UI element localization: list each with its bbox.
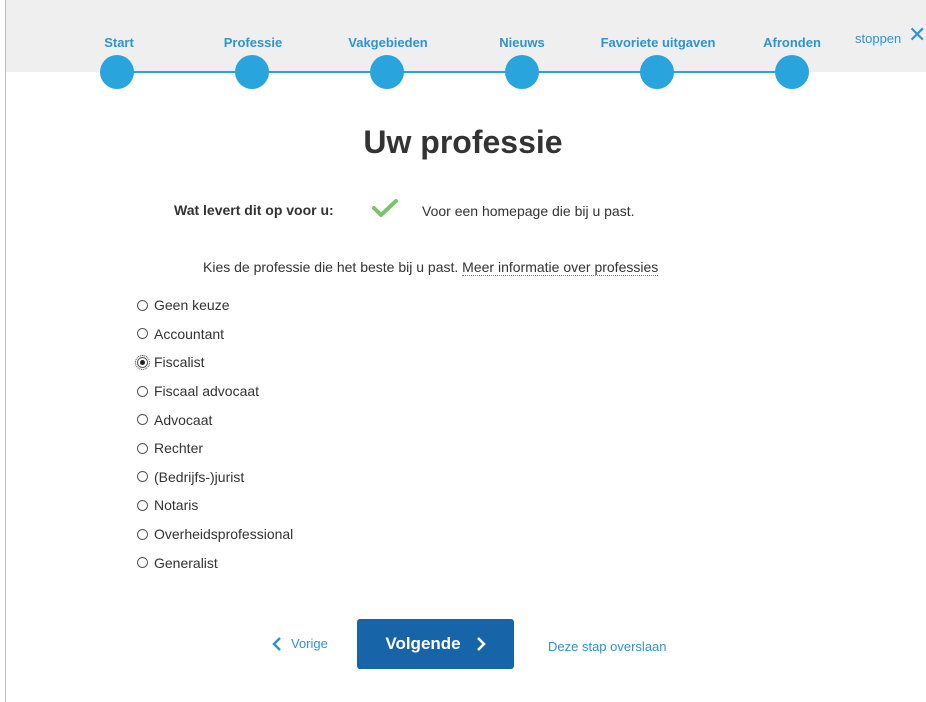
radio-button[interactable] (137, 442, 148, 454)
radio-button[interactable] (137, 499, 148, 511)
radio-button[interactable] (137, 528, 148, 540)
benefit-text: Voor een homepage die bij u past. (422, 203, 635, 219)
step-vakgebieden-dot[interactable] (370, 55, 404, 89)
option-label: Geen keuze (154, 297, 230, 314)
step-afronden-dot[interactable] (775, 55, 809, 89)
profession-option[interactable]: Overheidsprofessional (137, 520, 293, 549)
next-button-label: Volgende (385, 634, 461, 653)
step-professie-dot[interactable] (235, 55, 269, 89)
progress-line (117, 71, 793, 73)
radio-button[interactable] (137, 299, 148, 311)
next-button[interactable]: Volgende (357, 619, 514, 669)
check-icon (372, 198, 398, 223)
radio-button-checked[interactable] (135, 354, 150, 370)
more-info-professions-link[interactable]: Meer informatie over professies (462, 259, 659, 276)
profession-option[interactable]: Fiscaal advocaat (137, 377, 293, 406)
radio-button[interactable] (137, 328, 148, 340)
radio-button[interactable] (137, 557, 148, 569)
step-vakgebieden-label[interactable]: Vakgebieden (348, 35, 427, 50)
option-label: Overheidsprofessional (154, 526, 294, 543)
chevron-right-icon (476, 637, 486, 651)
chevron-left-icon (272, 636, 281, 651)
option-label: Advocaat (154, 411, 213, 428)
profession-option[interactable]: Accountant (137, 320, 293, 349)
profession-option-selected[interactable]: Fiscalist (135, 348, 293, 377)
radio-button[interactable] (137, 414, 148, 426)
profession-option[interactable]: Rechter (137, 434, 293, 463)
profession-option[interactable]: Generalist (137, 548, 293, 577)
step-nieuws-dot[interactable] (505, 55, 539, 89)
profession-option[interactable]: (Bedrijfs-)jurist (137, 463, 293, 492)
stop-link[interactable]: stoppen (855, 31, 901, 46)
option-label: Fiscalist (154, 354, 205, 371)
option-label: Accountant (154, 325, 225, 342)
radio-button[interactable] (137, 385, 148, 397)
left-border (5, 0, 6, 702)
option-label: Generalist (154, 554, 218, 571)
page-title: Uw professie (363, 124, 563, 160)
profession-option[interactable]: Advocaat (137, 405, 293, 434)
intro-text: Kies de professie die het beste bij u pa… (203, 259, 659, 276)
previous-button-label: Vorige (291, 636, 328, 651)
option-label: Rechter (154, 440, 204, 457)
skip-step-link[interactable]: Deze stap overslaan (548, 639, 667, 654)
radio-button[interactable] (137, 471, 148, 483)
option-label: Notaris (154, 497, 199, 514)
profession-option[interactable]: Geen keuze (137, 291, 293, 320)
intro-sentence: Kies de professie die het beste bij u pa… (203, 259, 459, 275)
option-label: (Bedrijfs-)jurist (154, 468, 245, 485)
profession-option[interactable]: Notaris (137, 491, 293, 520)
profession-radio-group: Geen keuze Accountant Fiscalist Fiscaal … (135, 291, 293, 577)
option-label: Fiscaal advocaat (154, 383, 260, 400)
close-icon[interactable]: ✕ (908, 24, 926, 46)
benefit-label: Wat levert dit op voor u: (174, 202, 334, 218)
step-favoriete-uitgaven-dot[interactable] (640, 55, 674, 89)
step-start-label[interactable]: Start (104, 35, 134, 50)
step-start-dot[interactable] (100, 55, 134, 89)
step-nieuws-label[interactable]: Nieuws (499, 35, 545, 50)
step-favoriete-uitgaven-label[interactable]: Favoriete uitgaven (601, 35, 716, 50)
step-professie-label[interactable]: Professie (224, 35, 283, 50)
step-afronden-label[interactable]: Afronden (763, 35, 821, 50)
previous-button[interactable]: Vorige (272, 636, 328, 651)
